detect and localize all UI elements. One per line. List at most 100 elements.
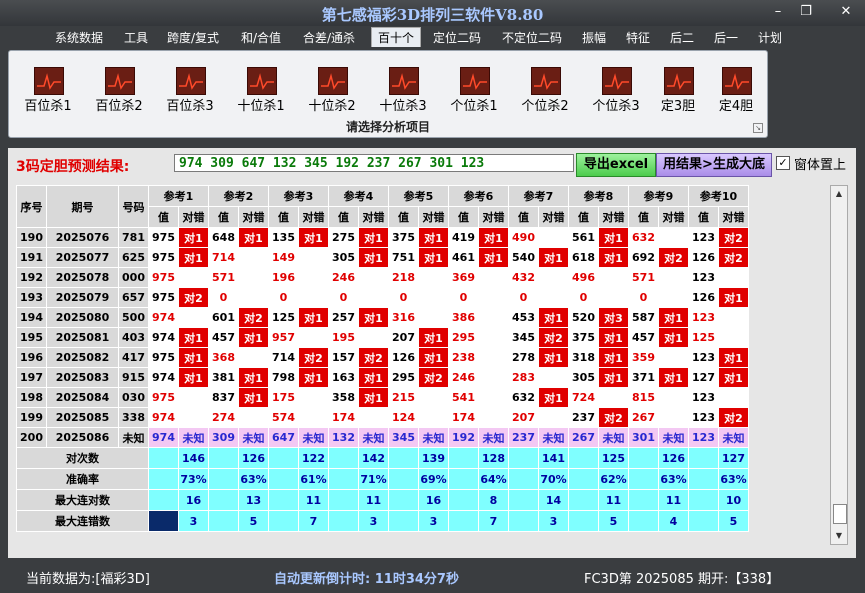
- stats-value: 3: [538, 510, 569, 532]
- table-row[interactable]: 190 2025076 781 975 对1 648 对1 135 对1 275 对1 375 对1 41…: [16, 227, 749, 248]
- cell-hit-empty: [238, 347, 269, 368]
- ribbon-btn-ten-kill-2[interactable]: 十位杀2: [301, 55, 363, 115]
- chart-icon: [389, 67, 419, 95]
- close-icon[interactable]: ✕: [836, 4, 856, 20]
- ribbon-btn-ten-kill-3[interactable]: 十位杀3: [372, 55, 434, 115]
- menu-tools[interactable]: 工具: [124, 29, 148, 46]
- stats-spacer: [688, 489, 719, 511]
- col-header-code: 号码: [118, 185, 149, 228]
- menu-plan[interactable]: 计划: [758, 29, 782, 46]
- cell-code: 781: [118, 227, 149, 248]
- cell-hit-badge: 对1: [418, 347, 449, 368]
- menu-amplitude[interactable]: 振幅: [582, 29, 606, 46]
- stats-value: 16: [178, 489, 209, 511]
- ribbon-launcher-icon[interactable]: ↘: [753, 123, 763, 133]
- scroll-down-icon[interactable]: ▼: [831, 528, 847, 544]
- menu-system-data[interactable]: 系统数据: [55, 29, 103, 46]
- cell-value: 123: [688, 267, 719, 288]
- cell-value: 295: [388, 367, 419, 388]
- scroll-up-icon[interactable]: ▲: [831, 186, 847, 202]
- cell-value: 714: [268, 347, 299, 368]
- cell-hit-badge: 对1: [298, 307, 329, 328]
- table-row[interactable]: 198 2025084 030 975 837 对1 175 358 对1 215 541 632 对1…: [16, 387, 749, 408]
- cell-hit-badge: 对2: [178, 287, 209, 308]
- on-top-checkbox[interactable]: ✓: [776, 156, 790, 170]
- table-row[interactable]: 191 2025077 625 975 对1 714 149 305 对1 751 对1 461 对1 5…: [16, 247, 749, 268]
- cell-hit-badge: 对1: [238, 227, 269, 248]
- table-row[interactable]: 199 2025085 338 974 274 574 174 124 174 207 237 对2 2…: [16, 407, 749, 428]
- stats-value: 3: [418, 510, 449, 532]
- menu-nonposition-two[interactable]: 不定位二码: [502, 29, 562, 46]
- ribbon-btn-unit-kill-2[interactable]: 个位杀2: [514, 55, 576, 115]
- cell-hit-badge: 对2: [298, 347, 329, 368]
- chart-icon: [105, 67, 135, 95]
- generate-base-button[interactable]: 用结果>生成大底: [656, 153, 772, 177]
- cell-value: 132: [328, 427, 359, 448]
- status-countdown: 自动更新倒计时: 11时34分7秒: [274, 572, 459, 587]
- ribbon-btn-fix-3[interactable]: 定3胆: [652, 55, 704, 115]
- menu-hundred-ten-one[interactable]: 百十个: [371, 27, 422, 47]
- chart-icon: [460, 67, 490, 95]
- table-row-pending[interactable]: 200 2025086 未知 974 未知 309 未知 647 未知 132 未知 345 未知 192…: [16, 427, 749, 448]
- cell-value: 975: [148, 247, 179, 268]
- menu-sum[interactable]: 和/合值: [241, 29, 281, 46]
- stats-label: 最大连错数: [16, 510, 149, 532]
- ribbon-btn-hundred-kill-3[interactable]: 百位杀3: [159, 55, 221, 115]
- table-row[interactable]: 197 2025083 915 974 对1 381 对1 798 对1 163 对1 295 对2 24…: [16, 367, 749, 388]
- col-header-ref: 参考7: [508, 185, 569, 207]
- cell-hit-badge: 对1: [538, 307, 569, 328]
- cell-value: 174: [328, 407, 359, 428]
- stats-value: 5: [718, 510, 749, 532]
- cell-hit-badge: 对1: [598, 367, 629, 388]
- ribbon-btn-fix-4[interactable]: 定4胆: [710, 55, 762, 115]
- cell-value: 246: [448, 367, 479, 388]
- menu-span-compound[interactable]: 跨度/复式: [167, 29, 219, 46]
- cell-hit-empty: [418, 387, 449, 408]
- cell-value: 0: [388, 287, 419, 308]
- cell-value: 124: [388, 407, 419, 428]
- table-row[interactable]: 195 2025081 403 974 对1 457 对1 957 195 207 对1 295 345…: [16, 327, 749, 348]
- col-header-value: 值: [568, 206, 599, 228]
- minimize-icon[interactable]: –: [768, 4, 788, 20]
- cell-hit-empty: [538, 267, 569, 288]
- menu-position-two[interactable]: 定位二码: [433, 29, 481, 46]
- cell-value: 541: [448, 387, 479, 408]
- col-header-value: 值: [208, 206, 239, 228]
- ribbon-btn-hundred-kill-1[interactable]: 百位杀1: [17, 55, 79, 115]
- stats-value: 69%: [418, 468, 449, 490]
- restore-icon[interactable]: ❐: [796, 4, 816, 20]
- ribbon-btn-unit-kill-3[interactable]: 个位杀3: [585, 55, 647, 115]
- export-excel-button[interactable]: 导出excel: [576, 153, 656, 177]
- col-header-hit: 对错: [718, 206, 749, 228]
- ribbon-btn-unit-kill-1[interactable]: 个位杀1: [443, 55, 505, 115]
- menu-diff-kill[interactable]: 合差/通杀: [303, 29, 355, 46]
- chart-icon: [247, 67, 277, 95]
- cell-hit-empty: [478, 307, 509, 328]
- scroll-thumb[interactable]: [833, 504, 847, 524]
- cell-value: 196: [268, 267, 299, 288]
- cell-value: 0: [208, 287, 239, 308]
- cell-hit-badge: 对1: [178, 327, 209, 348]
- menu-features[interactable]: 特征: [626, 29, 650, 46]
- menu-last-two[interactable]: 后二: [670, 29, 694, 46]
- ribbon-btn-hundred-kill-2[interactable]: 百位杀2: [88, 55, 150, 115]
- ribbon-btn-ten-kill-1[interactable]: 十位杀1: [230, 55, 292, 115]
- menu-last-one[interactable]: 后一: [714, 29, 738, 46]
- cell-value: 386: [448, 307, 479, 328]
- cell-hit-empty: [478, 267, 509, 288]
- cell-hit-empty: [178, 267, 209, 288]
- table-row[interactable]: 193 2025079 657 975 对2 0 0 0 0 0 0 0 0 126 对1: [16, 287, 749, 308]
- table-row[interactable]: 194 2025080 500 974 601 对2 125 对1 257 对1 316 386 453…: [16, 307, 749, 328]
- stats-spacer: [568, 489, 599, 511]
- result-output[interactable]: 974 309 647 132 345 192 237 267 301 123: [174, 154, 574, 172]
- table-row[interactable]: 192 2025078 000 975 571 196 246 218 369 432 496 571…: [16, 267, 749, 288]
- cell-value: 358: [328, 387, 359, 408]
- vertical-scrollbar[interactable]: ▲ ▼: [830, 185, 848, 545]
- stats-spacer: [388, 489, 419, 511]
- cell-value: 975: [148, 267, 179, 288]
- table-row[interactable]: 196 2025082 417 975 对1 368 714 对2 157 对2 126 对1 238 2…: [16, 347, 749, 368]
- stats-spacer: [448, 510, 479, 532]
- cell-unknown: 未知: [298, 427, 329, 448]
- cell-value: 490: [508, 227, 539, 248]
- result-panel: 3码定胆预测结果: 974 309 647 132 345 192 237 26…: [8, 148, 856, 558]
